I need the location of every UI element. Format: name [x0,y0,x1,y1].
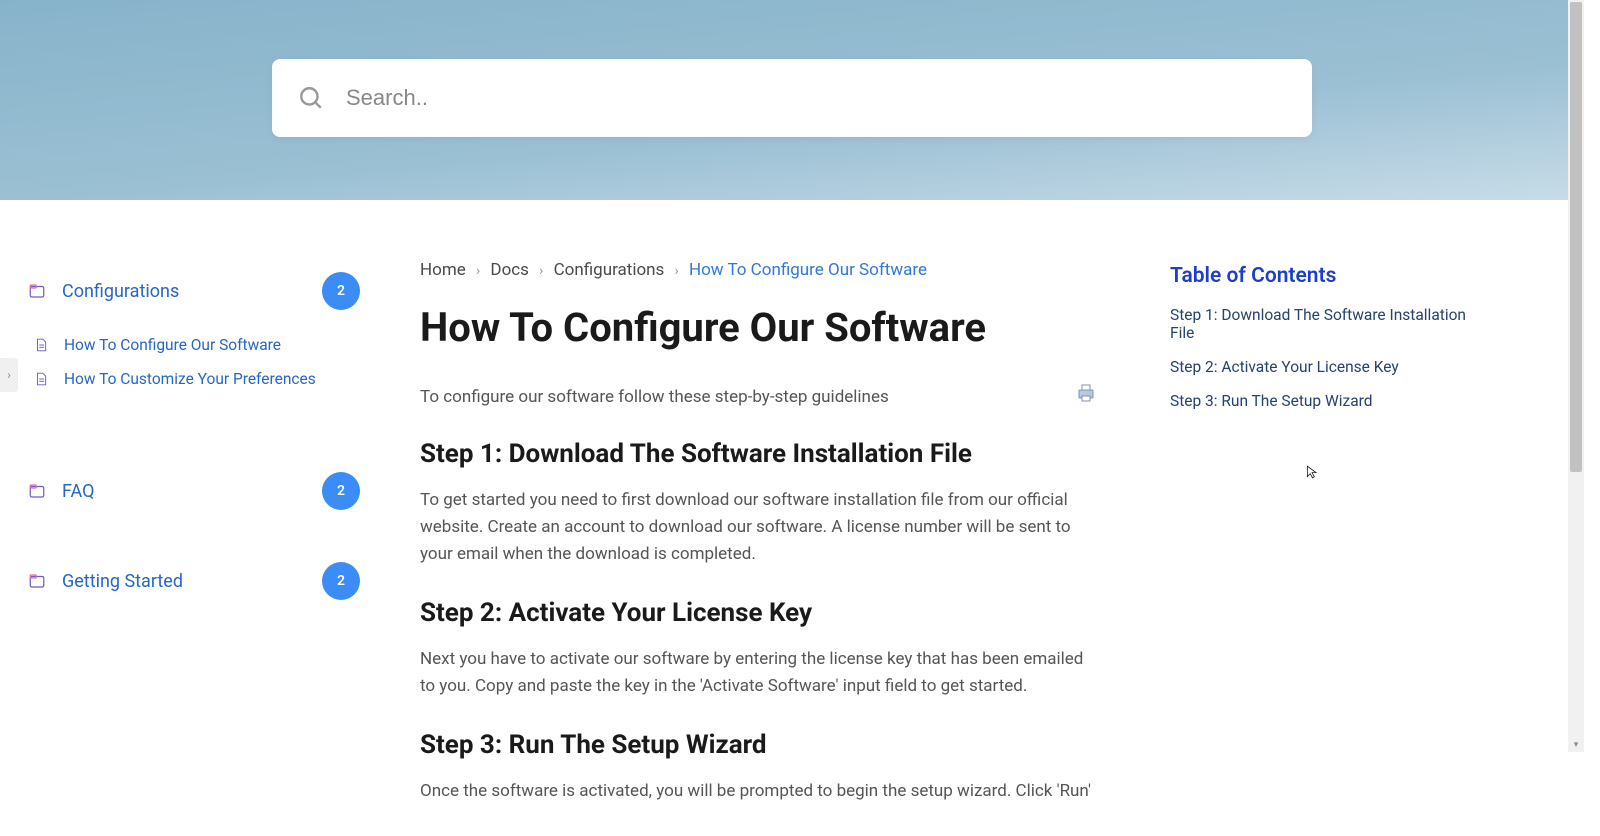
hero-banner [0,0,1584,200]
chevron-right-icon: › [476,263,480,279]
sidebar-category-label: Configurations [62,281,322,302]
vertical-scrollbar[interactable]: ▴ ▾ [1568,0,1584,752]
step-1-body: To get started you need to first downloa… [420,487,1100,569]
chevron-right-icon: › [539,263,543,279]
step-2-body: Next you have to activate our software b… [420,646,1100,700]
document-icon [34,371,48,387]
toc-title: Table of Contents [1170,264,1480,288]
count-badge: 2 [322,562,360,600]
count-badge: 2 [322,272,360,310]
sidebar-doc-customize-preferences[interactable]: How To Customize Your Preferences [24,362,370,396]
sidebar-doc-configure-software[interactable]: How To Configure Our Software [24,328,370,362]
count-badge: 2 [322,472,360,510]
folder-icon [28,282,46,300]
breadcrumb-configurations[interactable]: Configurations [554,260,665,280]
sidebar-category-getting-started[interactable]: Getting Started 2 [24,550,370,612]
step-3-heading: Step 3: Run The Setup Wizard [420,730,1100,760]
step-3-body: Once the software is activated, you will… [420,778,1100,805]
folder-icon [28,482,46,500]
chevron-right-icon: › [7,368,11,382]
article-intro: To configure our software follow these s… [420,385,1072,411]
breadcrumb-docs[interactable]: Docs [490,260,529,280]
step-1-heading: Step 1: Download The Software Installati… [420,439,1100,469]
folder-icon [28,572,46,590]
page-title: How To Configure Our Software [420,304,1100,351]
sidebar-category-faq[interactable]: FAQ 2 [24,460,370,522]
sidebar-category-configurations[interactable]: Configurations 2 [24,260,370,322]
search-icon [298,85,324,111]
table-of-contents: Table of Contents Step 1: Download The S… [1140,260,1500,836]
toc-link-step-1[interactable]: Step 1: Download The Software Installati… [1170,306,1480,342]
document-icon [34,337,48,353]
article-main: Home › Docs › Configurations › How To Co… [380,260,1140,836]
breadcrumb-home[interactable]: Home [420,260,466,280]
chevron-right-icon: › [675,263,679,279]
search-input[interactable] [346,85,1286,111]
scroll-down-arrow-icon[interactable]: ▾ [1571,740,1581,750]
sidebar-doc-label: How To Configure Our Software [64,336,281,354]
sidebar-collapse-handle[interactable]: › [0,358,18,392]
print-icon[interactable] [1072,381,1100,405]
sidebar: Configurations 2 How To Configure Our So… [0,260,380,836]
sidebar-category-label: FAQ [62,481,322,502]
toc-link-step-2[interactable]: Step 2: Activate Your License Key [1170,358,1480,376]
search-bar[interactable] [272,59,1312,137]
toc-link-step-3[interactable]: Step 3: Run The Setup Wizard [1170,392,1480,410]
sidebar-category-label: Getting Started [62,571,322,592]
scrollbar-thumb[interactable] [1570,2,1582,472]
breadcrumb-current: How To Configure Our Software [689,260,927,280]
step-2-heading: Step 2: Activate Your License Key [420,598,1100,628]
breadcrumb: Home › Docs › Configurations › How To Co… [420,260,1100,280]
sidebar-doc-label: How To Customize Your Preferences [64,370,316,388]
